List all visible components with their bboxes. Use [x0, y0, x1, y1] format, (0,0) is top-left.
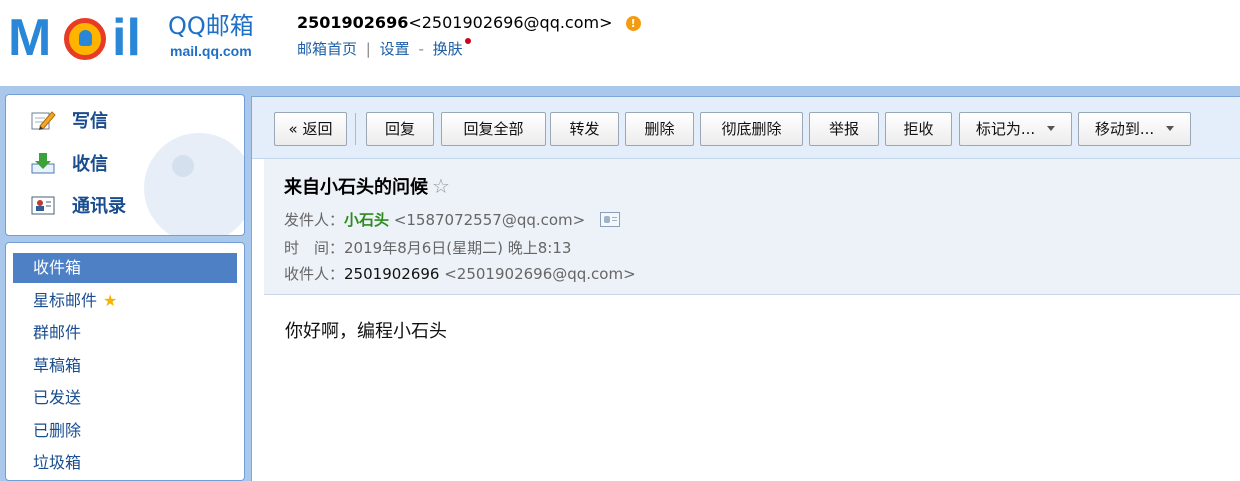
top-header: M il QQ邮箱 mail.qq.com 2501902696<2501902… — [0, 0, 1240, 86]
mail-header: 来自小石头的问候 ☆ 发件人：小石头 <1587072557@qq.com> 时 … — [264, 159, 1240, 295]
back-button[interactable]: « 返回 — [274, 112, 347, 146]
brand-domain: mail.qq.com — [170, 43, 252, 59]
receive-mail-button[interactable]: 收信 — [30, 148, 108, 178]
mark-as-dropdown[interactable]: 标记为... — [959, 112, 1072, 146]
logo-letter-m: M — [8, 9, 51, 67]
recipient-label: 收件人： — [284, 265, 345, 283]
compose-label: 写信 — [72, 111, 108, 132]
recipient-email: <2501902696@qq.com> — [444, 265, 636, 283]
folder-label: 垃圾箱 — [33, 453, 82, 472]
penguin-watermark-icon — [144, 133, 244, 235]
link-dash: - — [418, 40, 424, 58]
warning-icon[interactable]: ! — [625, 16, 641, 31]
mail-home-link[interactable]: 邮箱首页 — [297, 40, 357, 58]
account-info: 2501902696<2501902696@qq.com> ! — [297, 12, 641, 34]
folder-label: 已删除 — [33, 421, 82, 440]
mail-reader: « 返回 回复 回复全部 转发 删除 彻底删除 举报 拒收 标记为... 移动到… — [251, 96, 1240, 481]
change-skin-link[interactable]: 换肤 — [433, 40, 463, 58]
sender-label: 发件人： — [284, 211, 345, 229]
logo-bell-icon — [64, 18, 106, 60]
delete-button[interactable]: 删除 — [625, 112, 694, 146]
account-number: 2501902696 — [297, 13, 409, 32]
qq-mail-logo[interactable]: M il QQ邮箱 mail.qq.com — [8, 10, 268, 66]
brand-name: QQ邮箱 — [168, 12, 254, 40]
folder-label: 已发送 — [33, 388, 82, 407]
folder-drafts[interactable]: 草稿箱 — [13, 351, 237, 381]
contact-card-icon[interactable] — [600, 212, 621, 227]
reply-button[interactable]: 回复 — [366, 112, 434, 146]
time-row: 时 间：2019年8月6日(星期二) 晚上8:13 — [284, 237, 571, 259]
folder-label: 收件箱 — [33, 258, 82, 277]
inbox-download-icon — [31, 153, 55, 174]
time-label: 时 间： — [284, 239, 345, 257]
sender-email: <1587072557@qq.com> — [393, 211, 586, 229]
mail-toolbar: « 返回 回复 回复全部 转发 删除 彻底删除 举报 拒收 标记为... 移动到… — [252, 97, 1240, 159]
logo-letters-il: il — [112, 9, 141, 67]
star-icon: ★ — [103, 291, 118, 310]
link-divider: | — [365, 40, 371, 58]
folder-sent[interactable]: 已发送 — [13, 383, 237, 413]
folder-deleted[interactable]: 已删除 — [13, 416, 237, 446]
top-links: 邮箱首页 | 设置 - 换肤 — [297, 38, 471, 60]
recipient-row: 收件人：2501902696 <2501902696@qq.com> — [284, 263, 636, 285]
toolbar-divider — [355, 113, 356, 145]
folder-group-mail[interactable]: 群邮件 — [13, 318, 237, 348]
mail-subject: 来自小石头的问候 ☆ — [284, 173, 450, 201]
contacts-label: 通讯录 — [72, 196, 126, 217]
reject-button[interactable]: 拒收 — [885, 112, 952, 146]
compose-button[interactable]: 写信 — [30, 105, 108, 135]
sender-row: 发件人：小石头 <1587072557@qq.com> — [284, 209, 621, 231]
settings-link[interactable]: 设置 — [380, 40, 410, 58]
recipient-name[interactable]: 2501902696 — [344, 265, 439, 283]
account-email: <2501902696@qq.com> — [408, 13, 613, 32]
folder-label: 草稿箱 — [33, 356, 82, 375]
delete-forever-button[interactable]: 彻底删除 — [700, 112, 803, 146]
sender-name[interactable]: 小石头 — [344, 211, 389, 229]
subject-text: 来自小石头的问候 — [284, 177, 428, 198]
receive-mail-label: 收信 — [72, 154, 108, 175]
notification-dot-icon — [464, 38, 471, 44]
forward-button[interactable]: 转发 — [550, 112, 619, 146]
folder-list: 收件箱 星标邮件 ★ 群邮件 草稿箱 已发送 已删除 垃圾箱 — [5, 242, 245, 481]
contacts-icon — [31, 196, 55, 215]
mark-as-label: 标记为... — [975, 120, 1036, 138]
folder-label: 星标邮件 — [33, 291, 98, 310]
chevron-down-icon — [1166, 126, 1175, 131]
move-to-label: 移动到... — [1094, 120, 1155, 138]
quick-actions-panel: 写信 收信 通讯录 — [5, 94, 245, 236]
chevron-down-icon — [1047, 126, 1056, 131]
folder-spam[interactable]: 垃圾箱 — [13, 448, 237, 478]
move-to-dropdown[interactable]: 移动到... — [1078, 112, 1191, 146]
mail-body: 你好啊，编程小石头 — [285, 321, 447, 342]
folder-label: 群邮件 — [33, 323, 82, 342]
folder-starred[interactable]: 星标邮件 ★ — [13, 286, 237, 316]
contacts-button[interactable]: 通讯录 — [30, 190, 126, 220]
folder-inbox[interactable]: 收件箱 — [13, 253, 237, 283]
reply-all-button[interactable]: 回复全部 — [441, 112, 546, 146]
time-value: 2019年8月6日(星期二) 晚上8:13 — [344, 239, 572, 257]
compose-icon — [31, 111, 56, 130]
report-button[interactable]: 举报 — [809, 112, 879, 146]
star-outline-icon[interactable]: ☆ — [432, 174, 450, 198]
